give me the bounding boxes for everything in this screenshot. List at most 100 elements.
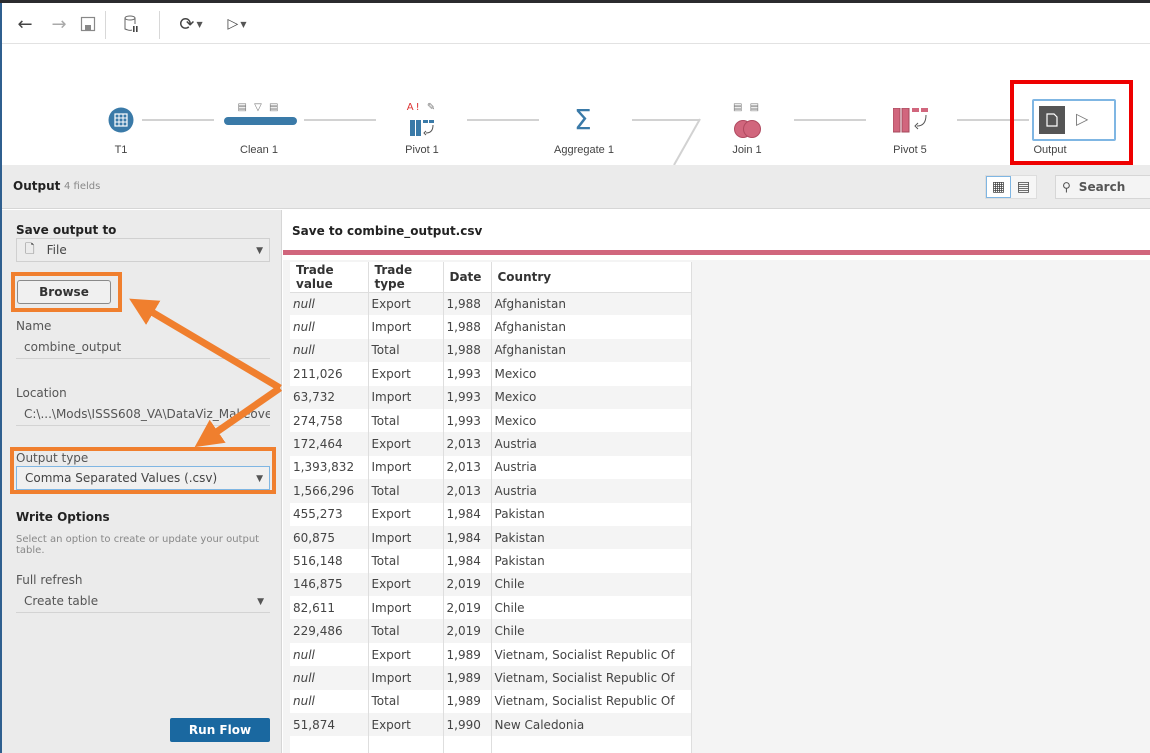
- table-cell[interactable]: New Caledonia: [491, 713, 692, 737]
- table-cell[interactable]: null: [290, 666, 369, 690]
- save-title: Save to combine_output.csv: [292, 224, 483, 238]
- table-cell[interactable]: null: [290, 338, 369, 363]
- back-button[interactable]: ←: [14, 11, 36, 37]
- table-cell[interactable]: 229,486: [290, 619, 369, 643]
- column-header[interactable]: Trade type: [368, 262, 444, 293]
- table-cell[interactable]: 455,273: [290, 502, 369, 526]
- table-cell[interactable]: 82,611: [290, 596, 369, 620]
- table-cell[interactable]: Mexico: [491, 408, 692, 433]
- table-cell[interactable]: Austria: [491, 455, 692, 480]
- table-cell[interactable]: Import: [368, 385, 444, 409]
- table-cell[interactable]: 516,148: [290, 549, 369, 573]
- table-cell[interactable]: 1,988: [443, 338, 492, 363]
- list-view-button[interactable]: ▤: [1011, 176, 1036, 198]
- table-cell[interactable]: Chile: [491, 572, 692, 597]
- table-cell[interactable]: 1,993: [443, 362, 492, 386]
- table-cell[interactable]: 211,026: [290, 362, 369, 386]
- table-cell[interactable]: null: [290, 642, 369, 667]
- table-cell[interactable]: 1,990: [443, 713, 492, 737]
- table-cell[interactable]: Vietnam, Socialist Republic Of: [491, 689, 692, 714]
- table-cell[interactable]: Export: [368, 292, 444, 316]
- table-cell[interactable]: Chile: [491, 596, 692, 620]
- table-cell[interactable]: 1,984: [443, 502, 492, 526]
- table-cell[interactable]: Export: [368, 713, 444, 737]
- table-cell[interactable]: 1,989: [443, 666, 492, 690]
- table-cell[interactable]: Total: [368, 689, 444, 714]
- column-header[interactable]: Country: [491, 262, 692, 293]
- table-cell[interactable]: Export: [368, 572, 444, 597]
- table-cell[interactable]: Vietnam, Socialist Republic Of: [491, 666, 692, 690]
- table-cell[interactable]: Afghanistan: [491, 315, 692, 339]
- name-label: Name: [16, 319, 52, 333]
- table-cell[interactable]: Export: [368, 642, 444, 667]
- column-header[interactable]: Date: [443, 262, 492, 293]
- table-cell[interactable]: 2,019: [443, 572, 492, 597]
- save-output-to-select[interactable]: 🗋 File ▼: [16, 238, 270, 262]
- table-cell[interactable]: Austria: [491, 432, 692, 456]
- table-cell[interactable]: [368, 736, 444, 753]
- table-cell[interactable]: 274,758: [290, 408, 369, 433]
- table-cell[interactable]: Export: [368, 432, 444, 456]
- table-cell[interactable]: [491, 736, 692, 753]
- table-cell[interactable]: 51,874: [290, 713, 369, 737]
- table-cell[interactable]: 2,013: [443, 479, 492, 503]
- table-cell[interactable]: 1,988: [443, 292, 492, 316]
- table-cell[interactable]: Chile: [491, 619, 692, 643]
- table-cell[interactable]: Mexico: [491, 385, 692, 409]
- table-cell[interactable]: [443, 736, 492, 753]
- table-cell[interactable]: Austria: [491, 479, 692, 503]
- save-button[interactable]: [78, 11, 98, 37]
- table-cell[interactable]: 2,013: [443, 432, 492, 456]
- run-button[interactable]: ▷ ▼: [222, 11, 252, 37]
- table-cell[interactable]: Import: [368, 525, 444, 550]
- forward-button[interactable]: →: [48, 11, 70, 37]
- table-cell[interactable]: 1,993: [443, 385, 492, 409]
- run-flow-button[interactable]: Run Flow: [170, 718, 270, 742]
- pause-data-button[interactable]: [120, 11, 142, 37]
- table-cell[interactable]: Pakistan: [491, 549, 692, 573]
- table-cell[interactable]: null: [290, 315, 369, 339]
- table-cell[interactable]: 2,013: [443, 455, 492, 480]
- table-cell[interactable]: Afghanistan: [491, 292, 692, 316]
- grid-view-button[interactable]: ▦: [986, 176, 1011, 198]
- table-cell[interactable]: 63,732: [290, 385, 369, 409]
- table-cell[interactable]: Vietnam, Socialist Republic Of: [491, 642, 692, 667]
- search-input[interactable]: ⚲ Search: [1055, 175, 1150, 199]
- table-cell[interactable]: Total: [368, 479, 444, 503]
- full-refresh-select[interactable]: Create table ▼: [16, 589, 270, 613]
- table-cell[interactable]: Pakistan: [491, 502, 692, 526]
- table-cell[interactable]: Total: [368, 408, 444, 433]
- table-cell[interactable]: 1,984: [443, 525, 492, 550]
- table-cell[interactable]: Import: [368, 315, 444, 339]
- table-cell[interactable]: 1,989: [443, 642, 492, 667]
- location-field[interactable]: C:\...\Mods\ISSS608_VA\DataViz_Makeover: [16, 402, 270, 426]
- table-cell[interactable]: Export: [368, 502, 444, 526]
- table-cell[interactable]: 1,566,296: [290, 479, 369, 503]
- table-cell[interactable]: 60,875: [290, 525, 369, 550]
- table-cell[interactable]: 1,989: [443, 689, 492, 714]
- table-cell[interactable]: Export: [368, 362, 444, 386]
- table-cell[interactable]: Import: [368, 596, 444, 620]
- table-cell[interactable]: 2,019: [443, 596, 492, 620]
- table-cell[interactable]: null: [290, 689, 369, 714]
- name-field[interactable]: combine_output: [16, 335, 270, 359]
- table-cell[interactable]: Import: [368, 666, 444, 690]
- refresh-button[interactable]: ⟳ ▼: [176, 11, 206, 37]
- table-cell[interactable]: Total: [368, 338, 444, 363]
- table-cell[interactable]: Pakistan: [491, 525, 692, 550]
- table-cell[interactable]: 146,875: [290, 572, 369, 597]
- table-cell[interactable]: Total: [368, 549, 444, 573]
- table-cell[interactable]: Mexico: [491, 362, 692, 386]
- table-cell[interactable]: 1,988: [443, 315, 492, 339]
- table-cell[interactable]: 1,984: [443, 549, 492, 573]
- table-cell[interactable]: 1,993: [443, 408, 492, 433]
- table-cell[interactable]: 172,464: [290, 432, 369, 456]
- table-cell[interactable]: [290, 736, 369, 753]
- column-header[interactable]: Trade value: [290, 262, 369, 293]
- table-cell[interactable]: 2,019: [443, 619, 492, 643]
- table-cell[interactable]: null: [290, 292, 369, 316]
- table-cell[interactable]: Import: [368, 455, 444, 480]
- table-cell[interactable]: Total: [368, 619, 444, 643]
- table-cell[interactable]: Afghanistan: [491, 338, 692, 363]
- table-cell[interactable]: 1,393,832: [290, 455, 369, 480]
